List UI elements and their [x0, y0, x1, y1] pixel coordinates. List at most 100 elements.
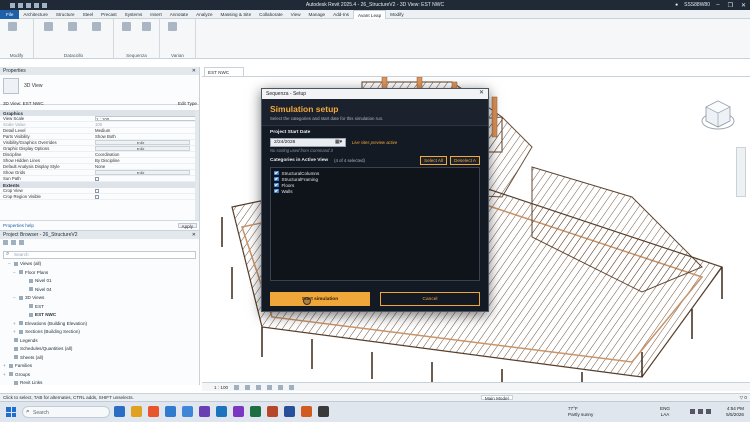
properties-close-icon[interactable]: ✕ [192, 68, 196, 74]
ribbon-tab-systems[interactable]: Systems [121, 10, 147, 19]
category-checkbox[interactable] [274, 182, 279, 188]
datacollo-button-1[interactable] [42, 22, 54, 44]
taskbar-app-icon[interactable] [199, 406, 210, 417]
browser-node[interactable]: − Views (all) [0, 261, 199, 270]
taskbar-app-icon[interactable] [148, 406, 159, 417]
taskbar-app-icon[interactable] [131, 406, 142, 417]
taskbar-app-icon[interactable] [250, 406, 261, 417]
battery-icon[interactable] [706, 409, 711, 414]
clock[interactable]: 4:54 PM 5/5/2026 [726, 406, 744, 418]
datacollo-button-3[interactable] [90, 22, 102, 44]
taskbar-app-icon[interactable] [318, 406, 329, 417]
start-simulation-button[interactable]: Start simulation [270, 292, 370, 306]
volume-icon[interactable] [698, 409, 703, 414]
browser-node[interactable]: − Floor Plans [0, 270, 199, 279]
cancel-button[interactable]: Cancel [380, 292, 480, 306]
apply-button[interactable]: Apply [177, 223, 197, 229]
browser-node[interactable]: + Elevations (Building Elevation) [0, 321, 199, 330]
browser-node[interactable]: Schedules/Quantities (all) [0, 346, 199, 355]
browser-node[interactable]: EST NWC [0, 312, 199, 321]
edit-type-button[interactable]: Edit Type [178, 101, 197, 109]
viewcube[interactable] [700, 97, 736, 133]
view-scale[interactable]: 1 : 100 [214, 385, 228, 390]
varian-button-1[interactable] [166, 22, 178, 44]
ribbon-tab-structure[interactable]: Structure [52, 10, 79, 19]
dialog-close-button[interactable]: ✕ [479, 90, 484, 97]
property-checkbox[interactable] [95, 188, 99, 193]
ribbon-tab-steel[interactable]: Steel [79, 10, 97, 19]
detail-level-icon[interactable] [234, 384, 240, 390]
taskbar-app-icon[interactable] [284, 406, 295, 417]
wifi-icon[interactable] [690, 409, 695, 414]
start-button[interactable] [6, 407, 16, 417]
browser-node[interactable]: + Groups [0, 372, 199, 381]
ribbon-tab-modify[interactable]: Modify [386, 10, 408, 19]
modify-tool-button[interactable] [6, 22, 18, 44]
ribbon-tab-file[interactable]: File [0, 10, 20, 19]
category-checkbox[interactable] [274, 170, 279, 176]
browser-node[interactable]: Nivel 01 [0, 278, 199, 287]
language-indicator[interactable]: ENG LAA [660, 406, 670, 418]
navigation-bar[interactable] [736, 147, 746, 197]
browser-node[interactable]: Revit Links [0, 380, 199, 389]
ribbon-tab-analyze[interactable]: Analyze [192, 10, 216, 19]
browser-node[interactable]: Sheets (all) [0, 355, 199, 364]
browser-node[interactable]: + Sections (Building Section) [0, 329, 199, 338]
category-item[interactable]: Walls [274, 188, 476, 194]
ribbon-tab-manage[interactable]: Manage [305, 10, 330, 19]
property-value[interactable]: 1 : 100 [95, 116, 196, 121]
browser-node[interactable]: Legends [0, 338, 199, 347]
ribbon-tab-massing-site[interactable]: Massing & Site [217, 10, 256, 19]
start-date-picker[interactable]: 2/24/2026 ▦▾ [270, 138, 346, 147]
property-checkbox[interactable] [95, 176, 99, 181]
category-checkbox[interactable] [274, 188, 279, 194]
property-edit-button[interactable]: Edit... [95, 146, 190, 151]
ribbon-tab-insert[interactable]: Insert [146, 10, 166, 19]
taskbar-app-icon[interactable] [301, 406, 312, 417]
sequenza-button-1[interactable] [120, 22, 132, 44]
ribbon-tab-add-ins[interactable]: Add-Ins [329, 10, 353, 19]
sequenza-button-2[interactable] [140, 22, 152, 44]
system-tray[interactable] [690, 409, 711, 414]
calendar-icon[interactable]: ▦▾ [335, 140, 342, 145]
browser-tool-icon[interactable] [3, 240, 8, 245]
property-edit-button[interactable]: Edit... [95, 170, 190, 175]
view-tab-est-nwc[interactable]: EST NWC [204, 67, 244, 76]
taskbar-app-icon[interactable] [267, 406, 278, 417]
ribbon-tab-annotate[interactable]: Annotate [166, 10, 192, 19]
browser-tool-icon[interactable] [11, 240, 16, 245]
workset-indicator[interactable]: Main Model [480, 395, 513, 401]
taskbar-app-icon[interactable] [233, 406, 244, 417]
taskbar-search[interactable]: Search [22, 406, 110, 418]
ribbon-tab-view[interactable]: View [287, 10, 305, 19]
property-checkbox[interactable] [95, 194, 99, 199]
close-window-button[interactable]: ✕ [741, 2, 746, 9]
ribbon-tab-avant-leap[interactable]: Avant Leap [352, 10, 387, 19]
properties-help-link[interactable]: Properties help [3, 223, 34, 228]
ribbon-tab-collaborate[interactable]: Collaborate [255, 10, 287, 19]
render-icon[interactable] [278, 384, 284, 390]
crop-icon[interactable] [289, 384, 295, 390]
deselect-all-button[interactable]: Deselect A [450, 156, 480, 165]
browser-node[interactable]: Nivel 04 [0, 287, 199, 296]
taskbar-app-icon[interactable] [182, 406, 193, 417]
sun-path-icon[interactable] [256, 384, 262, 390]
taskbar-app-icon[interactable] [114, 406, 125, 417]
ribbon-tab-precast[interactable]: Precast [97, 10, 121, 19]
shadows-icon[interactable] [267, 384, 273, 390]
datacollo-button-2[interactable] [66, 22, 78, 44]
taskbar-app-icon[interactable] [216, 406, 227, 417]
user-icon[interactable]: ● [675, 2, 678, 8]
browser-node[interactable]: −3D Views [0, 295, 199, 304]
ribbon-tab-architecture[interactable]: Architecture [19, 10, 52, 19]
filter-icon[interactable]: ▽ 0 [740, 395, 747, 400]
maximize-button[interactable]: ❐ [728, 2, 733, 9]
browser-tool-icon[interactable] [19, 240, 24, 245]
view-selector-dropdown[interactable]: 3D View: EST NWC [3, 101, 44, 109]
minimize-button[interactable]: – [716, 2, 719, 9]
select-all-button[interactable]: Select All [420, 156, 448, 165]
browser-node[interactable]: + Families [0, 363, 199, 372]
browser-node[interactable]: EST [0, 304, 199, 313]
properties-scrollbar[interactable] [195, 110, 199, 220]
visual-style-icon[interactable] [245, 384, 251, 390]
